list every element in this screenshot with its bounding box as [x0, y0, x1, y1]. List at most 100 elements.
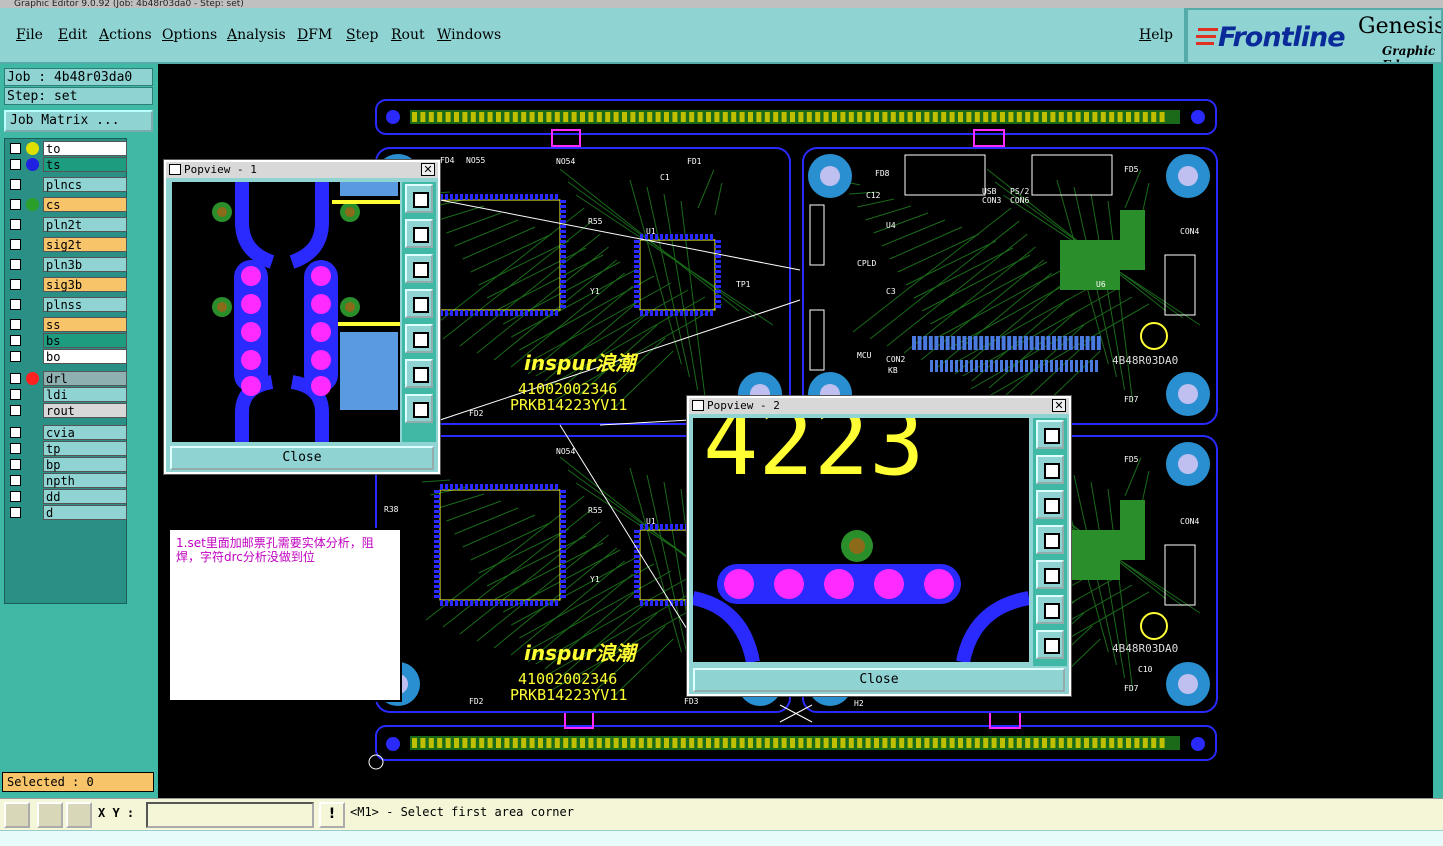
- menu-rout[interactable]: Rout: [391, 27, 425, 43]
- zoom-out-icon[interactable]: [1036, 630, 1064, 659]
- layer-row-to[interactable]: to: [7, 141, 127, 156]
- layer-checkbox[interactable]: [10, 459, 21, 470]
- popview-1-canvas[interactable]: [172, 182, 400, 442]
- layer-name: sig3b: [43, 277, 127, 292]
- layer-checkbox[interactable]: [10, 159, 21, 170]
- pan-right-icon[interactable]: [405, 324, 433, 353]
- xy-input[interactable]: [146, 802, 314, 828]
- layer-checkbox[interactable]: [10, 335, 21, 346]
- layer-row-plnss[interactable]: plnss: [7, 297, 127, 312]
- label-u1b: U1: [646, 517, 656, 526]
- layer-row-ss[interactable]: ss: [7, 317, 127, 332]
- layer-checkbox[interactable]: [10, 491, 21, 502]
- menu-dfm[interactable]: DFM: [297, 27, 332, 43]
- job-matrix-button[interactable]: Job Matrix ...: [4, 110, 153, 132]
- label-r55: R55: [588, 217, 603, 226]
- layer-row-cvia[interactable]: cvia: [7, 425, 127, 440]
- label-con4: CON4: [1180, 227, 1199, 236]
- menu-file[interactable]: File: [16, 27, 43, 43]
- layer-checkbox[interactable]: [10, 475, 21, 486]
- layer-row-d[interactable]: d: [7, 505, 127, 520]
- layer-row-pln2t[interactable]: pln2t: [7, 217, 127, 232]
- frontline-mark-icon: [1196, 28, 1218, 45]
- close-icon[interactable]: ✕: [421, 163, 435, 176]
- close-icon[interactable]: ✕: [1052, 399, 1066, 412]
- label-fd4: FD4: [440, 156, 455, 165]
- zoom-out-icon[interactable]: [405, 394, 433, 423]
- layer-row-ldi[interactable]: ldi: [7, 387, 127, 402]
- layer-checkbox[interactable]: [10, 239, 21, 250]
- pan-up-icon[interactable]: [1036, 455, 1064, 484]
- label-c12: C12: [866, 191, 881, 200]
- layer-checkbox[interactable]: [10, 199, 21, 210]
- label-fd7b: FD7: [1124, 684, 1139, 693]
- menu-analysis[interactable]: Analysis: [227, 27, 286, 43]
- label-con2: CON2: [886, 355, 905, 364]
- layer-checkbox[interactable]: [10, 259, 21, 270]
- layer-name: pln2t: [43, 217, 127, 232]
- popview-2-close-button[interactable]: Close: [693, 668, 1065, 692]
- layer-checkbox[interactable]: [10, 389, 21, 400]
- layer-row-ts[interactable]: ts: [7, 157, 127, 172]
- layer-row-bs[interactable]: bs: [7, 333, 127, 348]
- pan-up-icon[interactable]: [405, 219, 433, 248]
- bottom-strip: [0, 830, 1443, 846]
- layer-checkbox[interactable]: [10, 351, 21, 362]
- layer-row-sig2t[interactable]: sig2t: [7, 237, 127, 252]
- window-icon: [169, 164, 181, 175]
- zoom-reset-icon[interactable]: [37, 802, 63, 828]
- popview-1-close-button[interactable]: Close: [170, 446, 434, 470]
- pan-right-icon[interactable]: [1036, 560, 1064, 589]
- label-no54: NO54: [556, 157, 575, 166]
- layer-row-tp[interactable]: tp: [7, 441, 127, 456]
- zoom-in-icon[interactable]: [1036, 595, 1064, 624]
- layer-checkbox[interactable]: [10, 279, 21, 290]
- pan-down-icon[interactable]: [1036, 490, 1064, 519]
- layer-checkbox[interactable]: [10, 299, 21, 310]
- layer-checkbox[interactable]: [10, 427, 21, 438]
- menu-help[interactable]: Help: [1139, 27, 1173, 43]
- layer-color-icon: [26, 372, 39, 385]
- layer-checkbox[interactable]: [10, 443, 21, 454]
- zoom-home-icon[interactable]: [1036, 420, 1064, 449]
- label-con4b: CON4: [1180, 517, 1199, 526]
- label-r38: R38: [384, 505, 399, 514]
- logo-subtitle: Graphic Ed: [1382, 44, 1436, 62]
- menu-actions[interactable]: Actions: [99, 27, 152, 43]
- layer-checkbox[interactable]: [10, 179, 21, 190]
- menu-step[interactable]: Step: [346, 27, 378, 43]
- layer-row-bo[interactable]: bo: [7, 349, 127, 364]
- layer-checkbox[interactable]: [10, 219, 21, 230]
- label-no54b: NO54: [556, 447, 575, 456]
- pan-down-icon[interactable]: [405, 254, 433, 283]
- grid-icon[interactable]: [66, 802, 92, 828]
- menu-windows[interactable]: Windows: [437, 27, 501, 43]
- layer-checkbox[interactable]: [10, 405, 21, 416]
- warning-icon[interactable]: !: [319, 802, 345, 828]
- popview-2-canvas[interactable]: 4223: [693, 418, 1029, 662]
- layer-row-plncs[interactable]: plncs: [7, 177, 127, 192]
- layer-checkbox[interactable]: [10, 373, 21, 384]
- zoom-in-icon[interactable]: [405, 359, 433, 388]
- menu-options[interactable]: Options: [162, 27, 217, 43]
- layer-checkbox[interactable]: [10, 143, 21, 154]
- pan-left-icon[interactable]: [1036, 525, 1064, 554]
- zoom-window-icon[interactable]: [4, 802, 30, 828]
- pan-left-icon[interactable]: [405, 289, 433, 318]
- layer-row-bp[interactable]: bp: [7, 457, 127, 472]
- logo-brand: Frontline: [1218, 22, 1346, 53]
- layer-checkbox[interactable]: [10, 507, 21, 518]
- layer-row-cs[interactable]: cs: [7, 197, 127, 212]
- layer-row-npth[interactable]: npth: [7, 473, 127, 488]
- layer-row-sig3b[interactable]: sig3b: [7, 277, 127, 292]
- right-scroll-strip[interactable]: [1433, 64, 1443, 798]
- window-icon: [692, 400, 704, 411]
- layer-row-drl[interactable]: drl: [7, 371, 127, 386]
- layer-row-dd[interactable]: dd: [7, 489, 127, 504]
- layer-row-pln3b[interactable]: pln3b: [7, 257, 127, 272]
- layer-name: ldi: [43, 387, 127, 402]
- menu-edit[interactable]: Edit: [58, 27, 87, 43]
- layer-row-rout[interactable]: rout: [7, 403, 127, 418]
- layer-checkbox[interactable]: [10, 319, 21, 330]
- zoom-home-icon[interactable]: [405, 184, 433, 213]
